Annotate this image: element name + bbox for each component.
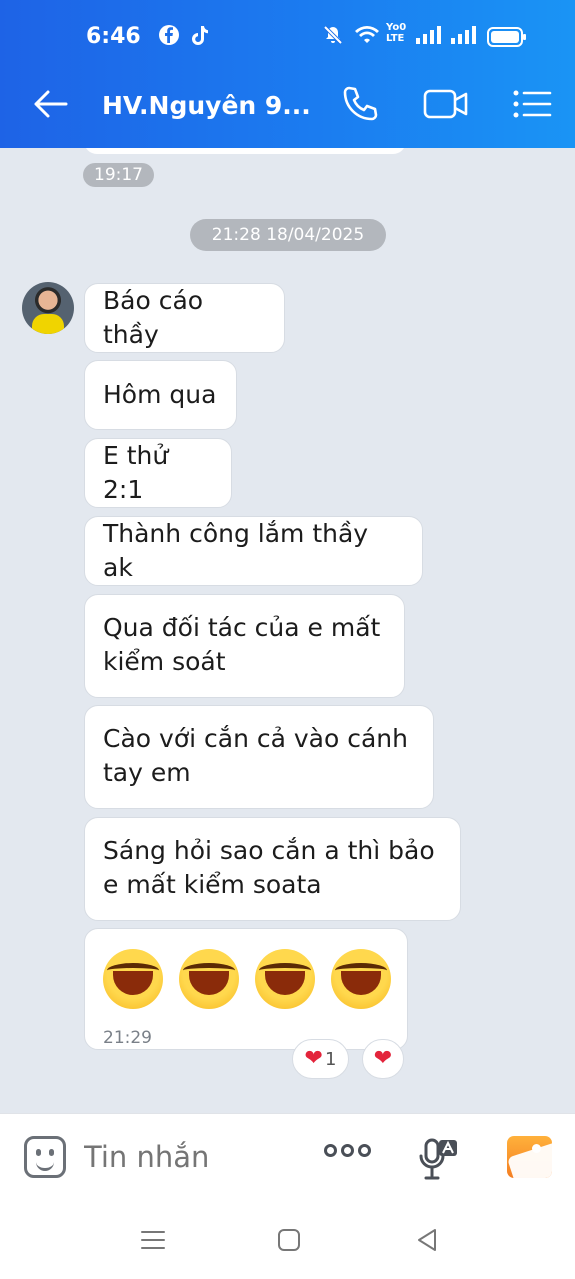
chat-area[interactable]: 19:17 21:28 18/04/2025 Báo cáo thầy Hôm … [0, 148, 575, 1113]
message-composer [0, 1113, 575, 1203]
message-bubble[interactable]: Thành công lắm thầy ak [84, 516, 423, 586]
signal-icon [451, 24, 479, 50]
message-text: Sáng hỏi sao cắn a thì bảo e mất kiểm so… [103, 836, 435, 899]
message-text: Qua đối tác của e mất kiểm soát [103, 613, 381, 676]
message-input[interactable] [84, 1140, 304, 1174]
tears-of-joy-emoji-icon [179, 949, 239, 1009]
reaction-count: 1 [324, 1048, 337, 1070]
arrow-left-icon [32, 89, 68, 123]
battery-icon [487, 27, 527, 51]
tiktok-icon [190, 24, 210, 50]
message-text: E thử 2:1 [103, 441, 169, 504]
signal-icon [416, 24, 444, 50]
message-bubble[interactable]: Qua đối tác của e mất kiểm soát [84, 594, 405, 698]
heart-icon: ❤ [373, 1046, 393, 1071]
heart-icon: ❤ [304, 1046, 323, 1071]
system-nav-bar [0, 1203, 575, 1279]
tears-of-joy-emoji-icon [103, 949, 163, 1009]
message-time: 21:29 [103, 1028, 152, 1048]
back-icon[interactable] [410, 1223, 444, 1257]
list-menu-icon [512, 89, 552, 123]
emoji-message-bubble[interactable]: 21:29 [84, 928, 408, 1050]
tears-of-joy-emoji-icon [255, 949, 315, 1009]
volte-icon: Yo0 LTE [386, 22, 407, 44]
message-text: Hôm qua [103, 380, 217, 409]
status-time: 6:46 [86, 24, 141, 49]
message-bubble[interactable]: Cào với cắn cả vào cánh tay em [84, 705, 434, 809]
tears-of-joy-emoji-icon [331, 949, 391, 1009]
voice-to-text-icon[interactable] [418, 1136, 466, 1182]
recent-apps-icon[interactable] [136, 1223, 170, 1257]
phone-icon [341, 85, 379, 127]
message-bubble[interactable]: E thử 2:1 [84, 438, 232, 508]
mute-icon [322, 24, 344, 50]
call-button[interactable] [338, 84, 382, 128]
message-text: Báo cáo thầy [103, 286, 204, 349]
gallery-icon[interactable] [507, 1136, 552, 1178]
top-bar: 6:46 Yo0 LTE HV.Nguyên 9... [0, 0, 575, 148]
avatar[interactable] [22, 282, 74, 334]
conversation-title[interactable]: HV.Nguyên 9... [102, 91, 311, 120]
status-bar: 6:46 Yo0 LTE [0, 0, 575, 78]
message-bubble[interactable]: Sáng hỏi sao cắn a thì bảo e mất kiểm so… [84, 817, 461, 921]
message-time-pill: 19:17 [83, 163, 154, 187]
back-button[interactable] [28, 84, 72, 128]
options-menu-button[interactable] [510, 84, 554, 128]
message-text: Thành công lắm thầy ak [103, 519, 369, 582]
message-text: Cào với cắn cả vào cánh tay em [103, 724, 408, 787]
wifi-icon [354, 24, 380, 50]
reaction-count-badge[interactable]: ❤ 1 [292, 1039, 349, 1079]
more-dots-icon[interactable] [324, 1144, 371, 1157]
date-divider: 21:28 18/04/2025 [190, 219, 386, 251]
sticker-smile-icon[interactable] [24, 1136, 66, 1178]
message-bubble[interactable]: Báo cáo thầy [84, 283, 285, 353]
video-call-button[interactable] [423, 84, 469, 128]
message-bubble[interactable]: Hôm qua [84, 360, 237, 430]
home-icon[interactable] [272, 1223, 306, 1257]
emoji-row [103, 949, 391, 1009]
react-button[interactable]: ❤ [362, 1039, 404, 1079]
previous-message-bubble[interactable] [84, 148, 406, 154]
video-camera-icon [423, 88, 469, 124]
facebook-icon [158, 24, 180, 50]
